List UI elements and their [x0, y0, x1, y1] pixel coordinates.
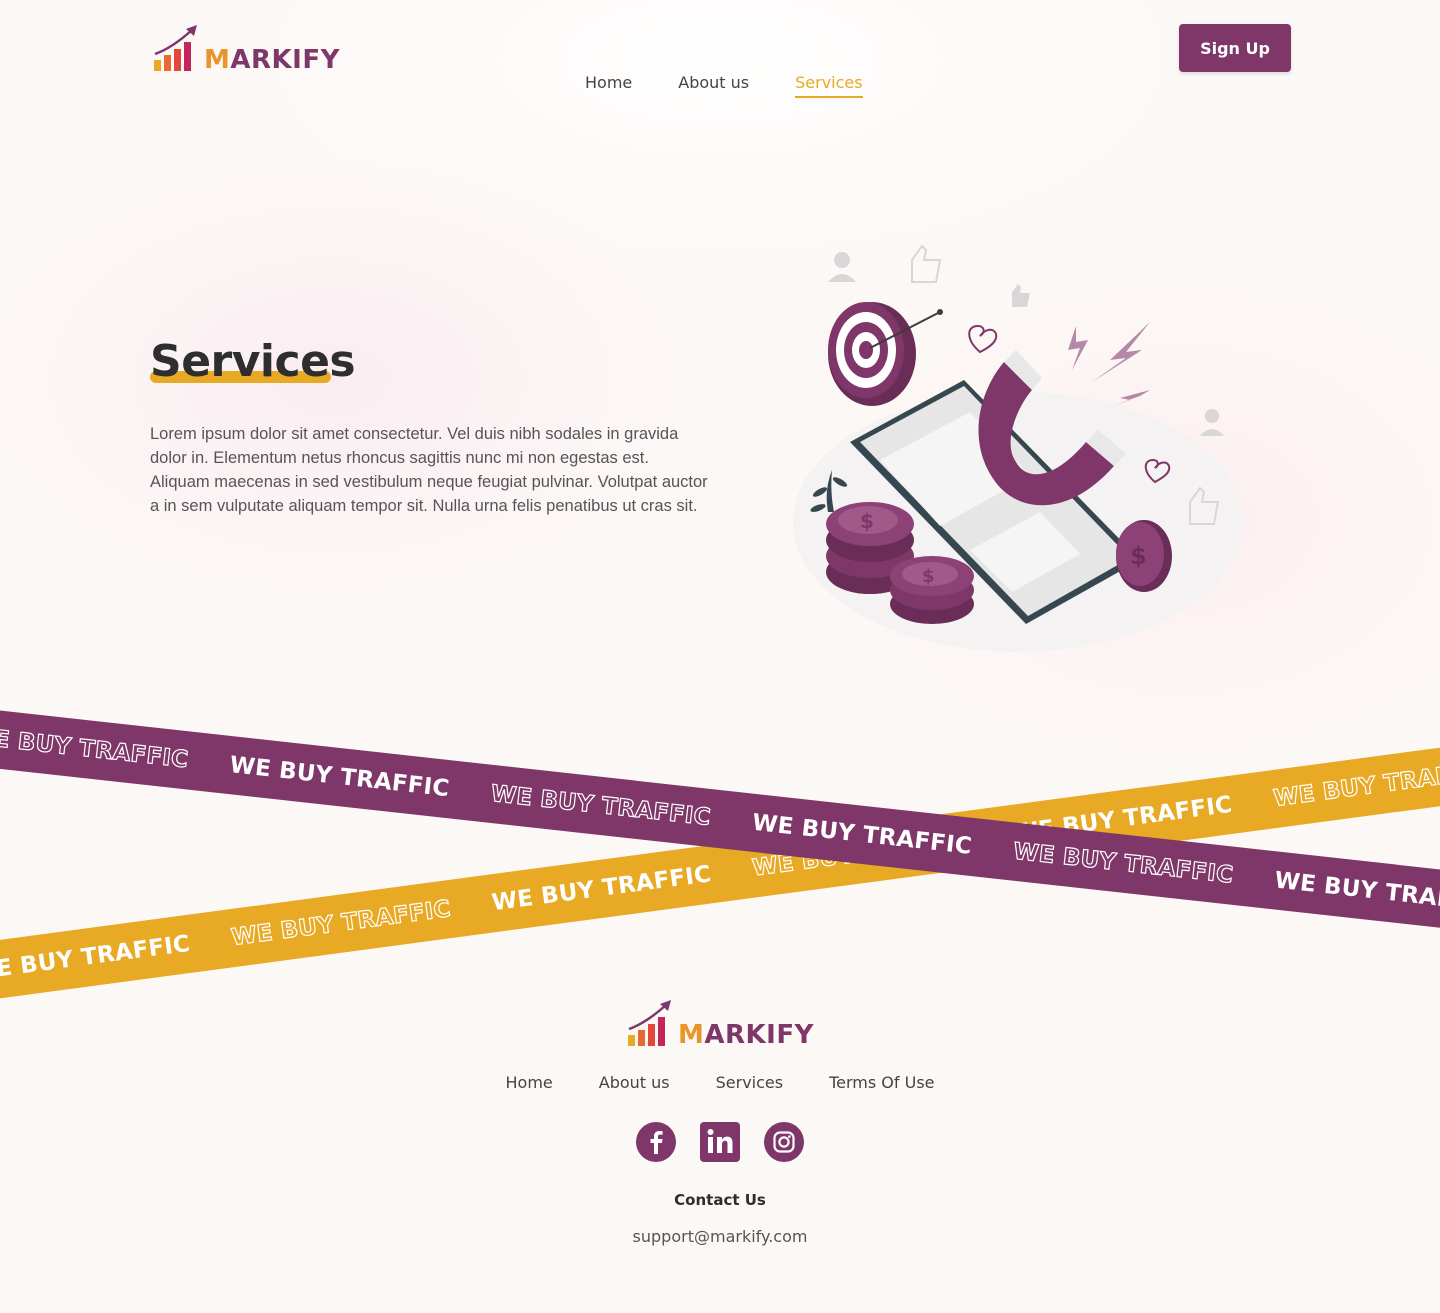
- footer-nav: Home About us Services Terms Of Use: [0, 1073, 1440, 1092]
- contact-email[interactable]: support@markify.com: [0, 1227, 1440, 1246]
- footer-nav-services[interactable]: Services: [716, 1073, 783, 1092]
- footer-nav-home[interactable]: Home: [506, 1073, 553, 1092]
- nav-home[interactable]: Home: [585, 73, 632, 98]
- hero-title-block: Services: [150, 336, 356, 387]
- ribbon-text: WE BUY TRAFFIC: [490, 861, 713, 917]
- ribbon-text: WE BUY TRAFFIC: [1271, 756, 1440, 813]
- nav-services[interactable]: Services: [795, 73, 863, 98]
- target-icon: [828, 302, 943, 406]
- instagram-icon[interactable]: [764, 1122, 804, 1162]
- main-nav: Home About us Services: [585, 73, 863, 98]
- nav-about-us[interactable]: About us: [678, 73, 749, 98]
- brand-wordmark: MARKIFY: [678, 1020, 814, 1050]
- user-icon-2: [1200, 409, 1224, 436]
- like-icon: [1012, 284, 1030, 307]
- contact-title: Contact Us: [674, 1191, 766, 1209]
- svg-text:$: $: [1130, 542, 1147, 570]
- ribbon-text: WE BUY TRAFFIC: [750, 809, 974, 860]
- facebook-icon[interactable]: [636, 1122, 676, 1162]
- growth-chart-icon: [154, 25, 197, 71]
- ribbon-text: WE BUY TRAFFIC: [228, 752, 451, 803]
- magnet-illustration: $ $ $: [793, 244, 1243, 652]
- ribbon-text: WE BUY TRAFFIC: [1273, 867, 1440, 918]
- user-icon: [828, 252, 856, 282]
- ribbon-text: WE BUY TRAFFIC: [0, 930, 192, 986]
- footer-nav-about-us[interactable]: About us: [599, 1073, 670, 1092]
- hero-description: Lorem ipsum dolor sit amet consectetur. …: [150, 425, 708, 515]
- growth-chart-icon: [628, 1000, 671, 1046]
- sign-up-button[interactable]: Sign Up: [1179, 24, 1291, 72]
- brand-wordmark: MARKIFY: [204, 45, 340, 75]
- heart-icon: [968, 324, 998, 354]
- footer-nav-terms[interactable]: Terms Of Use: [829, 1073, 934, 1092]
- ribbon-text: WE BUY TRAFFIC: [489, 780, 713, 831]
- ribbon-text: WE BUY TRAFFIC: [1011, 838, 1235, 889]
- coin-stack-icon-2: $: [890, 556, 974, 624]
- social-links: [0, 1122, 1440, 1162]
- header-logo[interactable]: MARKIFY: [152, 24, 340, 75]
- svg-text:$: $: [922, 566, 935, 587]
- ribbon-text: WE BUY TRAFFIC: [229, 895, 453, 952]
- footer-logo[interactable]: MARKIFY: [626, 999, 814, 1050]
- thumbs-up-icon: [911, 244, 942, 283]
- ribbon-text: WE BUY TRAFFIC: [0, 723, 190, 774]
- svg-text:$: $: [860, 509, 874, 533]
- coin-icon: $: [1116, 520, 1172, 592]
- page-title: Services: [150, 336, 356, 387]
- linkedin-icon[interactable]: [700, 1122, 740, 1162]
